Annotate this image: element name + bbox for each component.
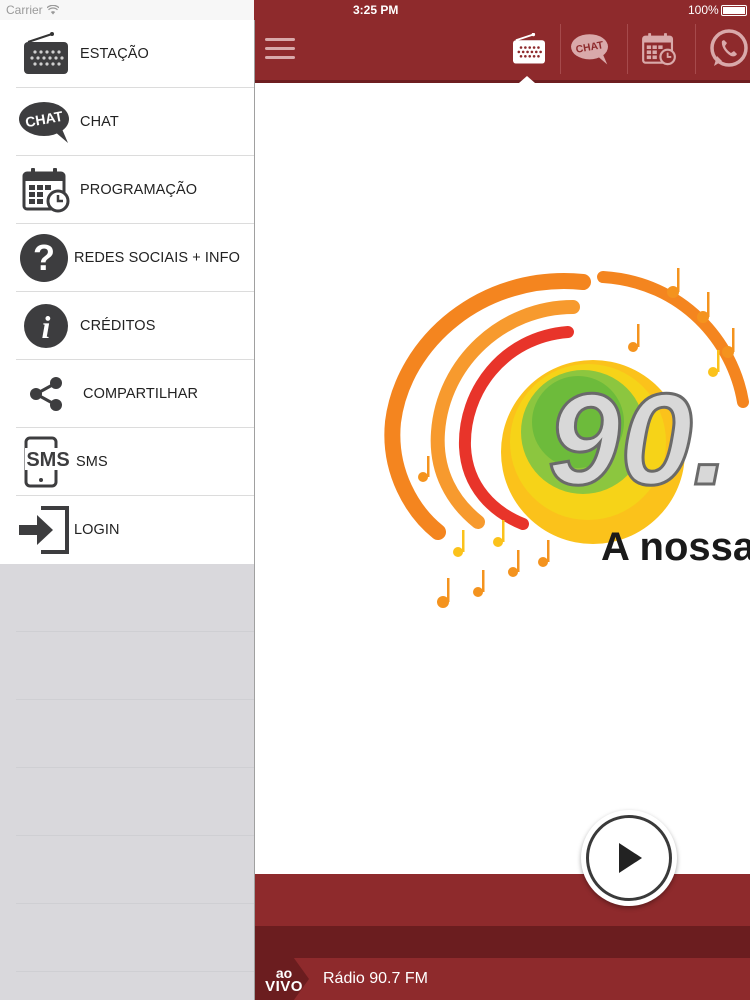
carrier-label: Carrier (6, 3, 43, 17)
radio-icon (18, 28, 74, 80)
sidebar-item-label: LOGIN (74, 522, 120, 538)
svg-text:90.: 90. (548, 366, 729, 512)
nav-separator (560, 24, 561, 74)
nav-separator (627, 24, 628, 74)
sidebar-item-sms[interactable]: SMS SMS (16, 428, 254, 496)
calendar-clock-icon (642, 33, 676, 66)
svg-text:A nossa: A nossa (601, 525, 750, 569)
share-icon (18, 368, 74, 420)
empty-row (16, 700, 254, 768)
battery-percent: 100% (688, 3, 719, 17)
empty-row (16, 904, 254, 972)
status-bar-right (254, 0, 750, 20)
sidebar-item-label: REDES SOCIAIS + INFO (74, 249, 240, 266)
play-button-ring (586, 815, 672, 901)
sidebar-item-estacao[interactable]: ESTAÇÃO (16, 20, 254, 88)
tab-chat[interactable]: CHAT (569, 28, 613, 70)
main-panel: CHAT 90. A nossa ao VIVO Rádio 90.7 FM (254, 20, 750, 1000)
sidebar-empty-rows (0, 564, 254, 972)
sidebar-item-label: PROGRAMAÇÃO (80, 181, 198, 198)
play-icon (619, 843, 642, 873)
empty-row (16, 632, 254, 700)
empty-row (16, 836, 254, 904)
radio-icon (513, 33, 545, 64)
status-bar-left: Carrier (0, 0, 254, 20)
info-icon: i (18, 300, 74, 352)
sidebar-item-label: ESTAÇÃO (80, 45, 149, 62)
nav-separator (695, 24, 696, 74)
sidebar-item-redes-sociais[interactable]: ? REDES SOCIAIS + INFO (16, 224, 254, 292)
tab-programacao[interactable] (639, 28, 679, 70)
svg-text:SMS: SMS (26, 449, 69, 471)
player-band (255, 874, 750, 926)
chat-bubble-icon: CHAT (571, 34, 608, 65)
station-logo: 90. A nossa (384, 268, 750, 608)
player-band-dark (255, 926, 750, 958)
sidebar-item-label: SMS (76, 453, 108, 470)
live-badge: ao VIVO (259, 964, 309, 996)
sidebar-item-login[interactable]: LOGIN (16, 496, 254, 564)
status-bar: Carrier 3:25 PM 100% (0, 0, 750, 20)
empty-row (16, 768, 254, 836)
wifi-icon (46, 5, 59, 15)
sms-phone-icon: SMS (20, 436, 76, 488)
station-name: Rádio 90.7 FM (323, 970, 428, 987)
play-button[interactable] (581, 810, 677, 906)
status-time: 3:25 PM (353, 3, 399, 17)
sidebar-item-chat[interactable]: CHAT CHAT (16, 88, 254, 156)
now-playing-bar: ao VIVO Rádio 90.7 FM (255, 958, 750, 1000)
navbar: CHAT (255, 20, 750, 80)
sidebar-item-label: CRÉDITOS (80, 317, 156, 334)
svg-text:i: i (42, 309, 51, 345)
chat-bubble-icon: CHAT (18, 96, 74, 148)
sidebar-item-creditos[interactable]: i CRÉDITOS (16, 292, 254, 360)
sidebar-item-label: COMPARTILHAR (83, 385, 199, 402)
sidebar: ESTAÇÃO CHAT CHAT PROGRAMAÇÃO ? REDES SO… (0, 20, 254, 1000)
login-icon (16, 504, 72, 556)
svg-text:?: ? (33, 237, 55, 278)
live-badge-vivo: VIVO (265, 978, 303, 995)
whatsapp-icon (710, 29, 748, 67)
sidebar-item-label: CHAT (80, 113, 119, 130)
empty-row (16, 564, 254, 632)
tab-whatsapp[interactable] (707, 28, 750, 70)
carrier: Carrier (6, 3, 59, 17)
battery-icon (721, 5, 747, 16)
active-tab-indicator (519, 76, 535, 83)
sidebar-item-compartilhar[interactable]: COMPARTILHAR (16, 360, 254, 428)
sidebar-menu: ESTAÇÃO CHAT CHAT PROGRAMAÇÃO ? REDES SO… (0, 20, 254, 564)
question-icon: ? (16, 232, 72, 284)
calendar-clock-icon (18, 164, 74, 216)
hamburger-menu-icon[interactable] (265, 38, 295, 60)
sidebar-item-programacao[interactable]: PROGRAMAÇÃO (16, 156, 254, 224)
tab-radio[interactable] (509, 28, 549, 70)
